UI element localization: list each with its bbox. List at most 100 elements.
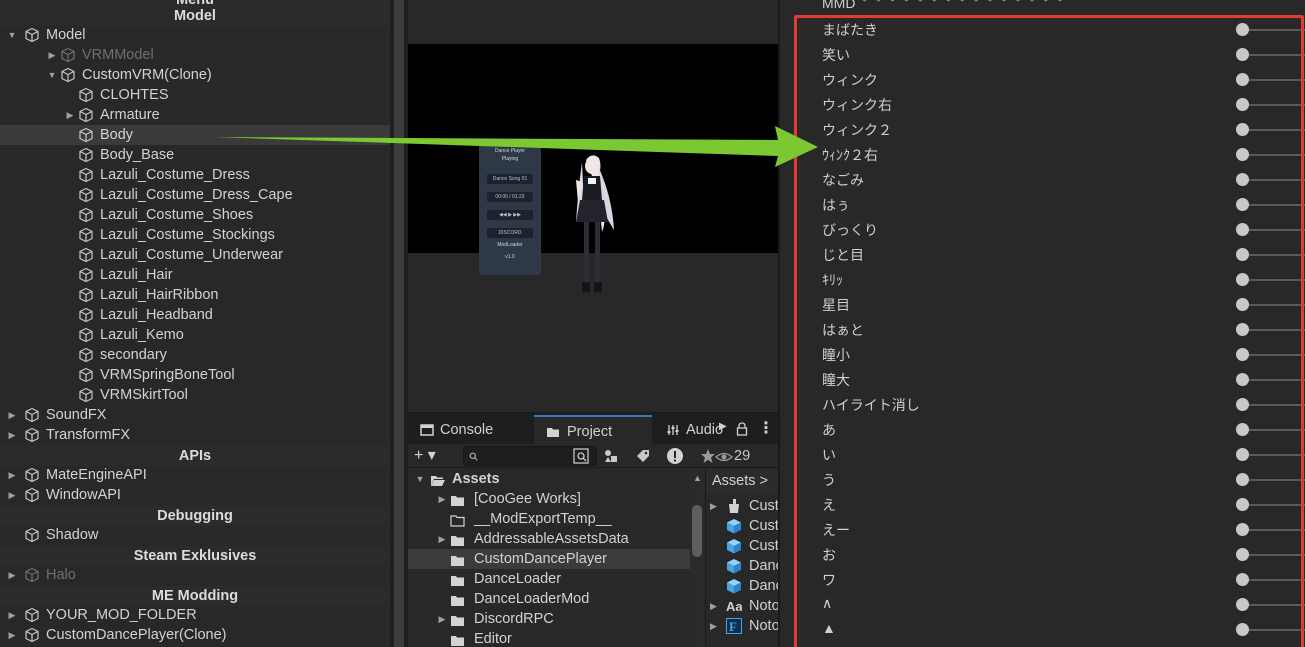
hierarchy-item-label: VRMSkirtTool [100, 387, 188, 403]
asset-item[interactable]: DanceLoaderMod [706, 576, 778, 596]
project-folder-item[interactable]: DanceLoaderMod [408, 589, 690, 609]
hierarchy-item[interactable]: ▼ CustomVRM(Clone) [0, 65, 390, 85]
project-folder-item[interactable]: Editor [408, 629, 690, 647]
hierarchy-item[interactable]: Body [0, 125, 390, 145]
expand-right-arrow-icon[interactable]: ▶ [710, 496, 717, 516]
svg-text:F: F [729, 619, 737, 634]
asset-item-label: DanceLoader [749, 558, 778, 574]
expand-right-arrow-icon[interactable]: ▶ [64, 105, 76, 125]
search-scope-icon[interactable] [572, 447, 590, 465]
hierarchy-section-header: ME Modding [0, 586, 390, 606]
expand-right-arrow-icon[interactable]: ▶ [436, 529, 448, 549]
expand-right-arrow-icon[interactable]: ▶ [436, 609, 448, 629]
panel-splitter[interactable] [390, 0, 408, 647]
scrollbar-thumb[interactable] [692, 505, 702, 557]
hierarchy-item[interactable]: Lazuli_Costume_Stockings [0, 225, 390, 245]
project-folder-item[interactable]: ▼ Assets [408, 469, 690, 489]
expand-down-arrow-icon[interactable]: ▼ [414, 469, 426, 489]
expand-right-arrow-icon[interactable]: ▶ [436, 489, 448, 509]
asset-item[interactable]: ▶ F NotoSans [706, 616, 778, 636]
gameobject-cube-icon [78, 107, 94, 123]
create-button[interactable]: + ▾ [414, 446, 448, 466]
project-folder-item[interactable]: CustomDancePlayer [408, 549, 690, 569]
expand-right-arrow-icon[interactable]: ▶ [6, 565, 18, 585]
hierarchy-item[interactable]: Lazuli_Costume_Dress [0, 165, 390, 185]
hierarchy-item[interactable]: ▶ TransformFX [0, 425, 390, 445]
game-view[interactable]: Dance Player Playing Dance Song 01 00:00 / … [408, 44, 778, 292]
project-tree-scrollbar[interactable]: ▲ [690, 469, 705, 647]
hierarchy-item[interactable]: Body_Base [0, 145, 390, 165]
tab-console[interactable]: Console [408, 415, 533, 445]
asset-item[interactable]: DanceLoader [706, 556, 778, 576]
hierarchy-item[interactable]: Lazuli_Costume_Shoes [0, 205, 390, 225]
project-folder-label: Assets [452, 471, 500, 487]
folder-icon [450, 493, 465, 506]
scene-view[interactable]: Dance Player Playing Dance Song 01 00:00 / … [408, 0, 778, 410]
hierarchy-item[interactable]: Lazuli_Costume_Underwear [0, 245, 390, 265]
hierarchy-item[interactable]: Shadow [0, 525, 390, 545]
expand-right-arrow-icon[interactable]: ▶ [46, 45, 58, 65]
asset-item[interactable]: CustomDancePlayer [706, 516, 778, 536]
folder-icon [450, 633, 465, 646]
expand-right-arrow-icon[interactable]: ▶ [6, 625, 18, 645]
hierarchy-item[interactable]: ▶ CustomDancePlayer(Clone) [0, 625, 390, 645]
gameobject-cube-icon [24, 567, 40, 583]
expand-right-arrow-icon[interactable]: ▶ [6, 485, 18, 505]
assets-list-panel: Assets > ▶ CustomDancePlayer CustomDancePl… [705, 469, 778, 647]
kebab-menu-icon[interactable]: ⋮ [758, 418, 774, 438]
expand-right-arrow-icon[interactable]: ▶ [6, 405, 18, 425]
expand-right-arrow-icon[interactable]: ▶ [6, 605, 18, 625]
hidden-packages-eye-icon[interactable] [715, 448, 733, 466]
filter-by-type-icon[interactable] [602, 447, 620, 465]
hierarchy-item[interactable]: Lazuli_Kemo [0, 325, 390, 345]
asset-item[interactable]: CustomDancePlayer [706, 536, 778, 556]
project-folder-item[interactable]: __ModExportTemp__ [408, 509, 690, 529]
hierarchy-item[interactable]: CLOHTES [0, 85, 390, 105]
asset-item-label: CustomDancePlayer [749, 498, 778, 514]
project-folder-item[interactable]: ▶ [CooGee Works] [408, 489, 690, 509]
hierarchy-item[interactable]: VRMSpringBoneTool [0, 365, 390, 385]
assets-breadcrumb[interactable]: Assets > [706, 469, 778, 493]
tab-overflow-icon[interactable]: ▶ [719, 421, 727, 432]
gameobject-cube-icon [24, 407, 40, 423]
hierarchy-item[interactable]: ▶ Halo [0, 565, 390, 585]
folder-icon [547, 428, 559, 437]
hierarchy-item-label: Model [46, 27, 86, 43]
expand-right-arrow-icon[interactable]: ▶ [6, 465, 18, 485]
hierarchy-item[interactable]: VRMSkirtTool [0, 385, 390, 405]
expand-right-arrow-icon[interactable]: ▶ [6, 425, 18, 445]
splitter-bar[interactable] [394, 0, 404, 647]
project-folder-item[interactable]: DanceLoader [408, 569, 690, 589]
project-folder-item[interactable]: ▶ AddressableAssetsData [408, 529, 690, 549]
hierarchy-item[interactable]: ▶ VRMModel [0, 45, 390, 65]
gameobject-cube-icon [24, 27, 40, 43]
gameobject-cube-icon [78, 307, 94, 323]
gameobject-cube-icon [60, 67, 76, 83]
asset-item[interactable]: ▶ Aa NotoSans [706, 596, 778, 616]
hierarchy-item-label: Lazuli_Costume_Shoes [100, 207, 254, 223]
hierarchy-item[interactable]: secondary [0, 345, 390, 365]
expand-down-arrow-icon[interactable]: ▼ [46, 65, 58, 85]
lock-icon[interactable] [736, 422, 748, 436]
scroll-up-icon[interactable]: ▲ [693, 473, 702, 483]
hierarchy-item[interactable]: Lazuli_HairRibbon [0, 285, 390, 305]
hierarchy-item[interactable]: Lazuli_Costume_Dress_Cape [0, 185, 390, 205]
hierarchy-item[interactable]: ▶ SoundFX [0, 405, 390, 425]
hierarchy-item[interactable]: ▼ Model [0, 25, 390, 45]
asset-item[interactable]: ▶ CustomDancePlayer [706, 496, 778, 516]
hierarchy-item[interactable]: ▶ WindowAPI [0, 485, 390, 505]
folder-empty-icon [450, 513, 465, 527]
project-folder-item[interactable]: ▶ DiscordRPC [408, 609, 690, 629]
warning-icon[interactable] [666, 447, 684, 465]
hierarchy-item[interactable]: Lazuli_Hair [0, 265, 390, 285]
filter-by-label-icon[interactable] [634, 447, 652, 465]
hierarchy-item[interactable]: ▶ YOUR_MOD_FOLDER [0, 605, 390, 625]
expand-right-arrow-icon[interactable]: ▶ [710, 616, 717, 636]
expand-right-arrow-icon[interactable]: ▶ [710, 596, 717, 616]
hierarchy-item[interactable]: ▶ Armature [0, 105, 390, 125]
tab-audio-mixer[interactable]: Audio Mixer [654, 415, 724, 445]
expand-down-arrow-icon[interactable]: ▼ [6, 25, 18, 45]
hierarchy-item[interactable]: Lazuli_Headband [0, 305, 390, 325]
hierarchy-item[interactable]: ▶ MateEngineAPI [0, 465, 390, 485]
tab-project[interactable]: Project [534, 415, 652, 445]
